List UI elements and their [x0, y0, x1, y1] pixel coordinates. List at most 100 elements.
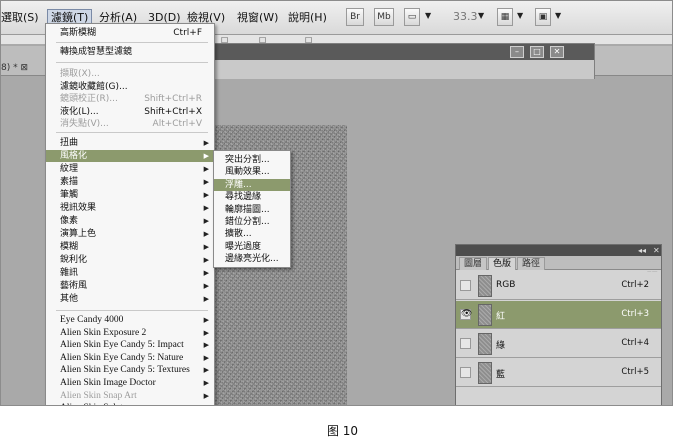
close-panel-icon[interactable]: ✕ — [653, 245, 660, 256]
menu-item-filter-category[interactable]: 筆觸 ▶ — [46, 189, 214, 201]
filter-menu: 高斯模糊 Ctrl+F 轉換成智慧型濾鏡 擷取(X)... 濾鏡收藏館(G)...… — [45, 23, 215, 405]
screen-mode-icon[interactable]: ▣ — [535, 8, 551, 26]
chevron-down-icon[interactable]: ▼ — [517, 11, 523, 20]
visibility-eye-icon[interactable]: 👁 — [460, 309, 472, 320]
submenu-arrow-icon: ▶ — [203, 217, 209, 225]
visibility-eye-icon[interactable] — [460, 280, 471, 291]
visibility-eye-icon[interactable] — [460, 367, 471, 378]
menu-item-plugin[interactable]: Alien Skin Eye Candy 5: Impact ▶ — [46, 339, 214, 351]
submenu-arrow-icon: ▶ — [203, 391, 209, 400]
channel-name: RGB — [496, 280, 516, 290]
channel-row[interactable]: 綠 Ctrl+4 — [456, 330, 661, 358]
bridge-button[interactable]: Br — [346, 8, 364, 26]
collapse-panel-icon[interactable]: ◂◂ — [638, 245, 646, 256]
menu-item-filter-category[interactable]: 扭曲 ▶ — [46, 137, 214, 149]
menu-item-convert-smart-filters[interactable]: 轉換成智慧型濾鏡 — [46, 46, 214, 58]
maximize-icon[interactable]: □ — [530, 46, 544, 58]
menu-item-label: Alien Skin Eye Candy 5: Impact — [60, 340, 184, 351]
window-titlebar[interactable]: – □ ✕ — [214, 44, 594, 60]
menu-item[interactable]: 濾鏡收藏館(G)... — [46, 81, 214, 93]
menu-item-label: 雜訊 — [60, 268, 79, 278]
menu-separator — [56, 310, 208, 311]
menu-item-label: 其他 — [60, 294, 79, 304]
submenu-arrow-icon: ▶ — [203, 316, 209, 324]
menu-item-filter-category[interactable]: 視訊效果 ▶ — [46, 202, 214, 214]
menu-item-plugin[interactable]: Alien Skin Eye Candy 5: Nature ▶ — [46, 352, 214, 364]
menu-item-label: 消失點(V)... — [60, 119, 109, 129]
submenu-item[interactable]: 突出分割... — [214, 154, 290, 166]
menu-item-filter-category[interactable]: 風格化 ▶ — [46, 150, 214, 162]
view-extras-icon[interactable]: ▭ — [404, 8, 420, 26]
menu-item: 消失點(V)... Alt+Ctrl+V — [46, 118, 214, 130]
chevron-down-icon[interactable]: ▼ — [555, 11, 561, 20]
menu-item-shortcut: Alt+Ctrl+V — [152, 119, 202, 129]
menu-item-label: 風格化 — [60, 151, 88, 161]
menu-item-filter-category[interactable]: 像素 ▶ — [46, 215, 214, 227]
arrange-documents-icon[interactable]: ▦ — [497, 8, 513, 26]
menu-item-shortcut: Shift+Ctrl+X — [144, 106, 202, 117]
close-icon[interactable]: ✕ — [550, 46, 564, 58]
channel-name: 藍 — [496, 370, 506, 380]
menu-item-plugin[interactable]: Eye Candy 4000 ▶ — [46, 314, 214, 326]
menu-item-label: 扭曲 — [60, 138, 79, 148]
zoom-level[interactable]: 33.3 — [453, 10, 478, 23]
minimize-icon[interactable]: – — [510, 46, 524, 58]
tab-layers[interactable]: 圖層 — [459, 257, 488, 270]
menu-item-filter-category[interactable]: 演算上色 ▶ — [46, 228, 214, 240]
channel-row[interactable]: 藍 Ctrl+5 — [456, 359, 661, 387]
figure-caption: 图 10 — [326, 424, 359, 438]
menu-item-label: 演算上色 — [60, 229, 97, 239]
tab-channels[interactable]: 色版 — [488, 257, 517, 270]
menu-help[interactable]: 說明(H) — [288, 10, 327, 26]
submenu-arrow-icon: ▶ — [204, 402, 209, 405]
document-tab[interactable]: 8) * ⊠ — [1, 63, 28, 73]
chevron-down-icon[interactable]: ▼ — [425, 11, 431, 20]
channel-row[interactable]: 👁 紅 Ctrl+3 — [456, 301, 661, 329]
menu-item[interactable]: 液化(L)... Shift+Ctrl+X — [46, 106, 214, 118]
menu-item-shortcut: Ctrl+F — [173, 28, 202, 38]
submenu-arrow-icon: ▶ — [203, 243, 209, 251]
channel-name: 綠 — [496, 341, 506, 351]
submenu-arrow-icon: ▶ — [203, 191, 209, 199]
menu-item-plugin[interactable]: Alien Skin Image Doctor ▶ — [46, 377, 214, 389]
panel-titlebar[interactable]: ◂◂ ✕ — [456, 245, 661, 256]
submenu-item[interactable]: 擴散... — [214, 228, 290, 240]
menu-select[interactable]: 選取(S) — [1, 10, 39, 26]
panel-tabs: 圖層 色版 路徑 ▾≡ — [456, 256, 661, 278]
menu-item-filter-category[interactable]: 銳利化 ▶ — [46, 254, 214, 266]
menu-item-filter-category[interactable]: 素描 ▶ — [46, 176, 214, 188]
menu-item-plugin[interactable]: Alien Skin Eye Candy 5: Textures ▶ — [46, 364, 214, 376]
submenu-item[interactable]: 邊緣亮光化... — [214, 253, 290, 265]
channel-row[interactable]: RGB Ctrl+2 — [456, 272, 661, 300]
mini-bridge-button[interactable]: Mb — [374, 8, 394, 26]
menu-item-filter-category[interactable]: 模糊 ▶ — [46, 241, 214, 253]
submenu-arrow-icon: ▶ — [203, 366, 209, 375]
submenu-item[interactable]: 風動效果... — [214, 166, 290, 178]
submenu-item[interactable]: 輪廓描圖... — [214, 204, 290, 216]
menu-item-filter-category[interactable]: 紋理 ▶ — [46, 163, 214, 175]
menu-item-last-filter[interactable]: 高斯模糊 Ctrl+F — [46, 27, 214, 39]
menu-item-label: Alien Skin Snap Art — [60, 390, 137, 401]
channel-shortcut: Ctrl+3 — [621, 309, 649, 319]
menu-item-filter-category[interactable]: 藝術風 ▶ — [46, 280, 214, 292]
menu-item-filter-category[interactable]: 雜訊 ▶ — [46, 267, 214, 279]
submenu-arrow-icon: ▶ — [203, 282, 209, 290]
submenu-item[interactable]: 浮雕... — [214, 178, 290, 191]
menu-item-label: 擷取(X)... — [60, 69, 100, 79]
menu-item-label: 素描 — [60, 177, 79, 187]
submenu-item[interactable]: 尋找邊緣 — [214, 191, 290, 203]
menu-item-label: Eye Candy 4000 — [60, 315, 124, 325]
submenu-arrow-icon: ▶ — [203, 165, 209, 173]
photoshop-screenshot: 選取(S) 濾鏡(T) 分析(A) 3D(D) 檢視(V) 視窗(W) 說明(H… — [0, 0, 673, 406]
menu-window[interactable]: 視窗(W) — [237, 10, 278, 26]
visibility-eye-icon[interactable] — [460, 338, 471, 349]
menu-item-plugin[interactable]: Alien Skin Exposure 2 ▶ — [46, 327, 214, 339]
channels-panel: ◂◂ ✕ 圖層 色版 路徑 ▾≡ RGB Ctrl+2 👁 紅 Ctrl+3 綠 Ctrl+… — [455, 244, 662, 405]
submenu-item[interactable]: 錯位分割... — [214, 216, 290, 228]
tab-paths[interactable]: 路徑 — [517, 257, 546, 270]
submenu-item[interactable]: 曝光過度 — [214, 241, 290, 253]
menu-item-plugin[interactable]: Alien Skin Splat ▶ — [46, 402, 214, 405]
menu-item-label: 高斯模糊 — [60, 28, 97, 38]
chevron-down-icon[interactable]: ▼ — [478, 11, 484, 20]
menu-item-filter-category[interactable]: 其他 ▶ — [46, 293, 214, 305]
